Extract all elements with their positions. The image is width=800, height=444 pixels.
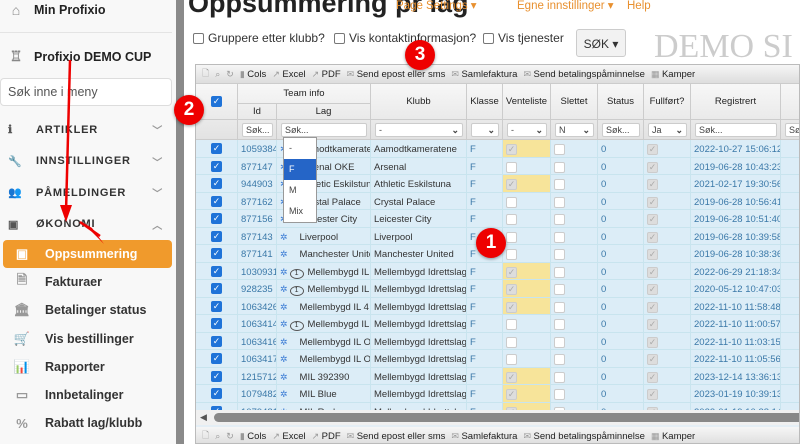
annotation-arrow xyxy=(64,59,72,213)
annotation-arrows xyxy=(60,59,104,244)
annotation-badge-2: 2 xyxy=(174,95,204,125)
annotation-badge-1: 1 xyxy=(476,228,506,258)
annotation-arrowhead xyxy=(60,205,72,222)
annotation-badge-3: 3 xyxy=(405,40,435,70)
annotation-arrowhead xyxy=(82,222,104,244)
